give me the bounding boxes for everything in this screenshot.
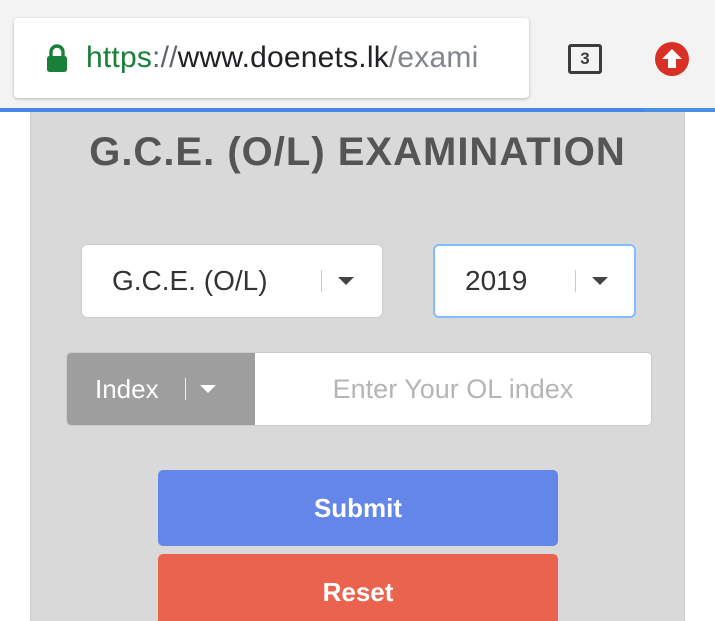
year-select-divider (575, 270, 576, 292)
page-content: G.C.E. (O/L) EXAMINATION G.C.E. (O/L) 20… (0, 112, 715, 621)
submit-button[interactable]: Submit (158, 470, 558, 546)
year-select[interactable]: 2019 (433, 244, 636, 318)
exam-select[interactable]: G.C.E. (O/L) (81, 244, 383, 318)
exam-select-divider (321, 270, 322, 292)
index-number-input[interactable] (255, 353, 651, 425)
url-scheme: https (86, 41, 153, 74)
lock-icon[interactable] (44, 43, 70, 73)
page-title: G.C.E. (O/L) EXAMINATION (89, 130, 626, 174)
url-separator: :// (152, 41, 178, 74)
chevron-down-icon[interactable] (199, 385, 216, 393)
exam-form-panel: G.C.E. (O/L) EXAMINATION G.C.E. (O/L) 20… (30, 112, 685, 621)
index-type-divider (184, 378, 186, 400)
url-text[interactable]: https://www.doenets.lk/exami (86, 41, 478, 75)
tab-count: 3 (580, 49, 590, 68)
url-path: /exami (388, 41, 479, 74)
address-bar[interactable]: https://www.doenets.lk/exami (14, 18, 529, 98)
chevron-down-icon[interactable] (592, 277, 608, 285)
index-type-dropdown[interactable]: Index (67, 353, 255, 425)
index-type-label: Index (95, 373, 159, 404)
index-input-group: Index (66, 352, 652, 426)
chevron-down-icon[interactable] (338, 277, 354, 285)
browser-toolbar: https://www.doenets.lk/exami 3 (0, 0, 715, 110)
reset-button[interactable]: Reset (158, 554, 558, 621)
exam-select-value: G.C.E. (O/L) (112, 265, 268, 296)
url-host: www.doenets.lk (177, 41, 389, 74)
tab-switcher-button[interactable]: 3 (568, 44, 602, 74)
update-arrow-icon[interactable] (654, 41, 690, 77)
year-select-value: 2019 (465, 265, 528, 296)
